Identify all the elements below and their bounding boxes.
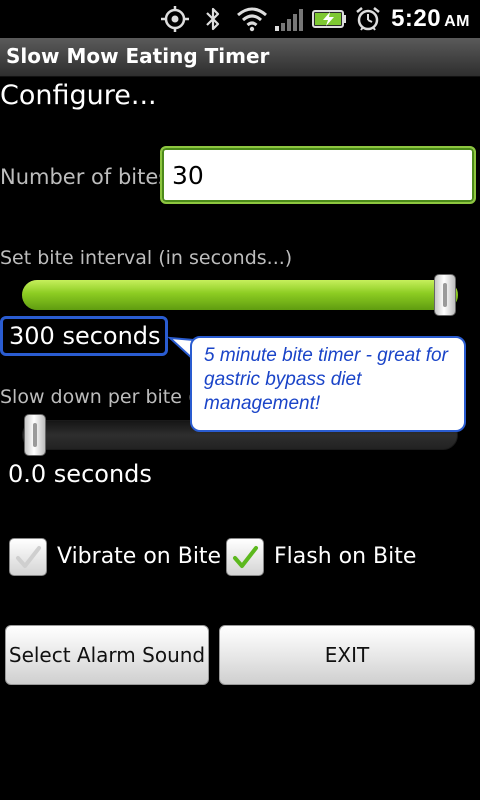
- vibrate-label[interactable]: Vibrate on Bite: [57, 544, 221, 569]
- battery-charging-icon: [312, 6, 348, 32]
- status-bar: 5:20 AM: [0, 0, 480, 38]
- slowdown-value: 0.0 seconds: [8, 460, 152, 488]
- slowdown-slider-thumb[interactable]: [24, 414, 46, 456]
- check-icon: [16, 546, 41, 568]
- vibrate-checkbox[interactable]: [9, 538, 47, 576]
- status-clock: 5:20 AM: [391, 5, 470, 32]
- wifi-icon: [236, 6, 268, 32]
- interval-value-box: 300 seconds: [0, 316, 168, 356]
- app-title: Slow Mow Eating Timer: [6, 44, 270, 68]
- slowdown-label: Slow down per bite (: [0, 386, 196, 408]
- exit-button[interactable]: EXIT: [219, 625, 475, 685]
- flash-label[interactable]: Flash on Bite: [274, 544, 416, 569]
- select-alarm-sound-button[interactable]: Select Alarm Sound: [5, 625, 209, 685]
- tip-callout-text: 5 minute bite timer - great for gastric …: [204, 345, 448, 414]
- signal-icon: [274, 6, 306, 32]
- bites-label: Number of bites:: [0, 165, 177, 189]
- app-title-bar: Slow Mow Eating Timer: [0, 38, 480, 77]
- interval-slider-fill: [22, 280, 458, 310]
- check-icon: [233, 546, 258, 568]
- configure-heading: Configure...: [0, 80, 157, 111]
- bluetooth-icon: [204, 6, 222, 32]
- flash-checkbox[interactable]: [226, 538, 264, 576]
- interval-label: Set bite interval (in seconds...): [0, 247, 293, 269]
- interval-value: 300 seconds: [9, 322, 161, 350]
- tip-callout: 5 minute bite timer - great for gastric …: [190, 336, 466, 432]
- gps-icon: [158, 6, 192, 32]
- alarm-icon: [354, 6, 382, 32]
- bites-input[interactable]: [160, 146, 476, 204]
- interval-slider-thumb[interactable]: [434, 274, 456, 316]
